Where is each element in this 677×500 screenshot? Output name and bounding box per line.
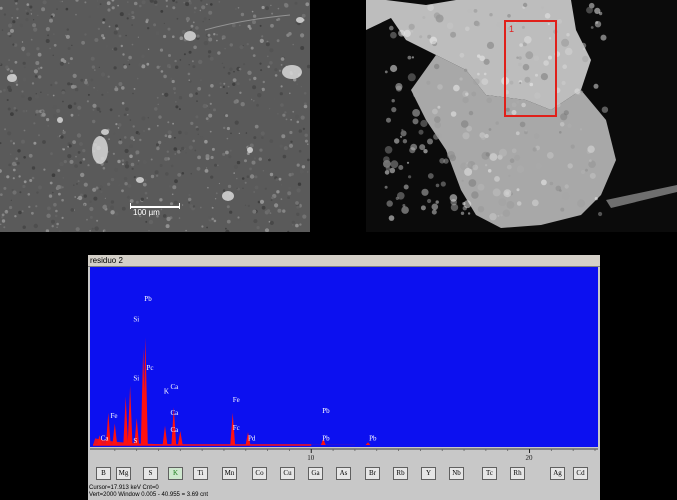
element-button-ag[interactable]: Ag xyxy=(550,467,565,480)
window-titlebar: residuo 2 xyxy=(88,255,600,267)
window-title: residuo 2 xyxy=(90,256,123,265)
peak-label: Pb xyxy=(322,435,330,443)
peak-label: Ca xyxy=(171,409,180,417)
eds-spectrum-window: residuo 2 Fe Ca Si Pb Si Pc S Ca K Ca Ca Fe Fc Pd Pb Pb… xyxy=(88,255,600,500)
peak-label: Fe xyxy=(233,396,240,404)
peak-label: Ca xyxy=(171,383,180,391)
region-label: 1 xyxy=(509,24,515,34)
axis-tick-label: 10 xyxy=(307,454,315,462)
peak-label: Pb xyxy=(144,295,152,303)
element-button-cu[interactable]: Cu xyxy=(280,467,295,480)
energy-axis-svg: 10 20 xyxy=(90,448,598,462)
element-button-tc[interactable]: Tc xyxy=(482,467,497,480)
element-button-ti[interactable]: Ti xyxy=(193,467,208,480)
window-readout: Vert=2000 Window 0.005 - 40.955 = 3.69 c… xyxy=(89,492,209,498)
element-button-rb[interactable]: Rb xyxy=(393,467,408,480)
element-button-mg[interactable]: Mg xyxy=(116,467,131,480)
sem-image-particle: 1 xyxy=(366,0,677,232)
peak-label: S xyxy=(133,437,137,445)
spectrum-peak xyxy=(162,425,168,445)
peak-label: Pd xyxy=(248,435,256,443)
element-button-rh[interactable]: Rh xyxy=(510,467,525,480)
sem-texture xyxy=(0,0,310,232)
peak-label: K xyxy=(164,387,169,395)
energy-axis: 10 20 xyxy=(90,447,598,462)
element-button-b[interactable]: B xyxy=(96,467,111,480)
spectrum-svg: FeCaSiPbSiPcSCaKCaCaFeFcPdPbPb Pb xyxy=(93,295,377,446)
element-button-cd[interactable]: Cd xyxy=(573,467,588,480)
spectrum-peak xyxy=(123,396,129,445)
peak-label: Ca xyxy=(101,435,110,443)
spectrum-peak xyxy=(127,385,133,445)
peak-label: Fe xyxy=(111,412,118,420)
spectrum-plot[interactable]: Fe Ca Si Pb Si Pc S Ca K Ca Ca Fe Fc Pd Pb Pb Pb xyxy=(90,267,598,447)
peak-label: Pc xyxy=(147,364,154,372)
element-button-s[interactable]: S xyxy=(143,467,158,480)
element-button-co[interactable]: Co xyxy=(252,467,267,480)
scale-bar: 100 µm xyxy=(130,203,180,217)
element-button-y[interactable]: Y xyxy=(421,467,436,480)
peak-label: Ca xyxy=(171,426,180,434)
peak-label: Fc xyxy=(233,424,240,432)
spectrum-peak xyxy=(112,423,118,445)
element-button-bar: B Mg S K Ti Mn Co Cu Ga As Br Rb Y Nb Tc Rh Ag Cd xyxy=(96,467,596,481)
element-button-ga[interactable]: Ga xyxy=(308,467,323,480)
axis-tick-label: 20 xyxy=(526,454,534,462)
peak-label: Si xyxy=(133,375,139,383)
analysis-region-box: 1 xyxy=(504,20,557,117)
spectrum-peak xyxy=(365,442,371,445)
element-button-as[interactable]: As xyxy=(336,467,351,480)
cursor-readout: Cursor=17.913 keV Cnt=0 xyxy=(89,485,159,491)
spectrum-peak xyxy=(177,431,183,445)
element-button-br[interactable]: Br xyxy=(365,467,380,480)
peak-label: Pb xyxy=(369,435,377,443)
sem-image-surface: 100 µm xyxy=(0,0,310,232)
peak-label: Pb xyxy=(322,407,330,415)
element-button-k[interactable]: K xyxy=(168,467,183,480)
element-button-mn[interactable]: Mn xyxy=(222,467,237,480)
element-button-nb[interactable]: Nb xyxy=(449,467,464,480)
peak-label: Si xyxy=(133,315,139,323)
scale-bar-label: 100 µm xyxy=(133,208,160,217)
